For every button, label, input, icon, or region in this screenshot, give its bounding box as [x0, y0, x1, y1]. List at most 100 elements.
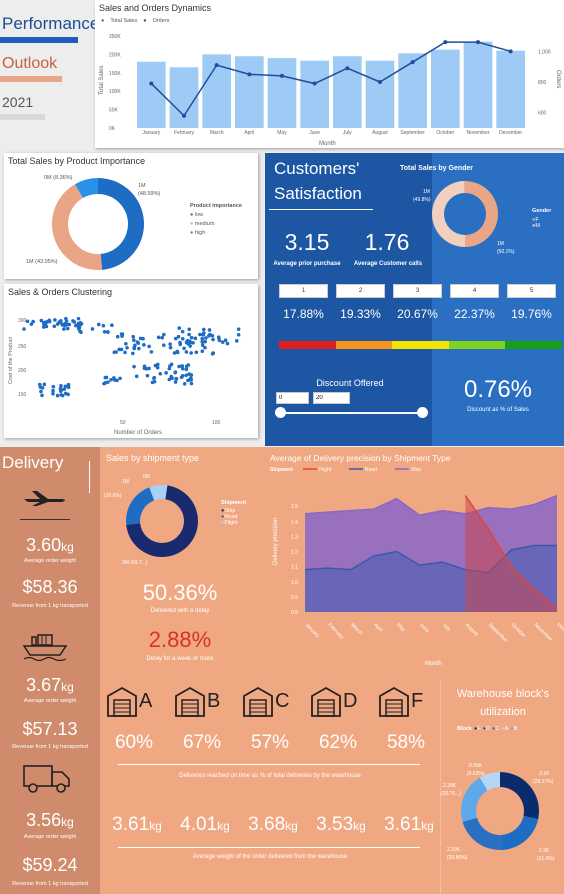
- rating-button-5[interactable]: 5: [507, 284, 556, 298]
- rating-pct: 19.76%: [511, 307, 552, 321]
- importance-label-medium: 1M (43.05%): [26, 259, 58, 265]
- delivery-revenue-3: $59.24: [22, 855, 78, 875]
- y-tick: 0.8: [291, 610, 298, 616]
- header-title-line1: Performance: [2, 14, 100, 33]
- utilization-legend: Block ●F ●D ●C ●A ●B: [457, 726, 517, 732]
- header-title-line2: Outlook: [2, 55, 58, 72]
- y-tick: 1.1: [291, 565, 298, 571]
- scatter-point: [173, 370, 178, 374]
- shipment-panel[interactable]: Sales by shipment type 0M 1M (20.6%) 2M …: [100, 447, 265, 677]
- scatter-point: [123, 350, 127, 355]
- customers-title-line2: Satisfaction: [274, 184, 362, 203]
- scatter-point: [203, 345, 207, 350]
- scatter-point: [131, 334, 136, 339]
- y-tick-left: 0K: [109, 126, 116, 132]
- scatter-point: [51, 391, 55, 396]
- scatter-point: [203, 339, 208, 344]
- weights-divider: [118, 847, 420, 848]
- x-tick-label: March: [349, 622, 363, 636]
- scatter-point: [177, 364, 181, 369]
- scatter-point: [156, 362, 160, 367]
- scatter-point: [149, 350, 154, 354]
- y-tick: 1.0: [291, 580, 298, 586]
- scatter-point: [176, 334, 181, 339]
- scatter-point: [22, 327, 26, 331]
- y-tick: 1.5: [291, 504, 298, 510]
- scatter-point: [147, 366, 151, 371]
- header-bar-blue: [0, 37, 78, 43]
- warehouse-icon: [175, 686, 205, 717]
- delivery-weight-2-unit: kg: [61, 680, 74, 694]
- util-label-d-pct: (21.0%): [537, 856, 555, 862]
- gender-legend-title: Gender: [532, 208, 552, 214]
- scatter-point: [173, 380, 178, 384]
- scatter-point: [189, 335, 194, 340]
- rating-pcts-row: 17.88% 19.33% 20.67% 22.37% 19.76%: [279, 307, 556, 321]
- precision-legend-road: Road: [365, 467, 377, 473]
- delay-label: Delivered with a delay: [150, 608, 210, 614]
- scatter-point: [210, 333, 215, 338]
- rating-pct: 20.67%: [397, 307, 438, 321]
- scatter-point: [57, 320, 62, 325]
- x-tick-label: April: [244, 130, 254, 136]
- warehouse-weight-value: 3.68: [248, 814, 286, 835]
- scatter-point: [39, 389, 43, 394]
- scatter-point: [236, 332, 241, 337]
- gender-label-m: 1M: [497, 241, 504, 247]
- rating-button-2[interactable]: 2: [336, 284, 385, 298]
- scatter-point: [141, 336, 145, 341]
- weights-label: Average weight of the order delivered fr…: [192, 854, 348, 860]
- scatter-point: [65, 326, 70, 331]
- rating-button-1[interactable]: 1: [279, 284, 328, 298]
- orders-point: [247, 72, 252, 77]
- importance-panel[interactable]: Total Sales by Product Importance 0M (8.…: [4, 153, 258, 279]
- scatter-point: [42, 320, 46, 325]
- rating-button-3[interactable]: 3: [393, 284, 442, 298]
- scatter-point: [164, 371, 168, 375]
- customer-calls-label: Average Customer calls: [353, 261, 423, 267]
- scatter-point: [211, 337, 215, 342]
- scatter-point: [158, 371, 163, 376]
- discount-min-input[interactable]: [276, 392, 309, 404]
- utilization-slice: [461, 777, 488, 823]
- warehouse-weight-unit: kg: [217, 819, 230, 833]
- orders-point: [214, 63, 219, 68]
- x-tick-label: September: [400, 130, 425, 136]
- utilization-legend-item: ●D: [482, 726, 490, 732]
- discount-max-input[interactable]: [313, 392, 350, 404]
- sales-bar: [267, 58, 297, 128]
- utilization-panel[interactable]: Warehouse block's utilization Block ●F ●D ●…: [440, 680, 564, 894]
- scatter-point: [124, 341, 128, 346]
- utilization-title-line2: utilization: [480, 706, 526, 718]
- scatter-point: [207, 334, 211, 338]
- scatter-point: [168, 345, 173, 350]
- warehouse-ontime-pct: 62%: [318, 732, 358, 753]
- shipment-label-ship: 2M (69.7...): [122, 560, 148, 566]
- x-tick-label: August: [372, 130, 388, 136]
- rating-button-4[interactable]: 4: [450, 284, 499, 298]
- scatter-point: [187, 372, 191, 376]
- importance-title: Total Sales by Product Importance: [8, 156, 146, 166]
- scatter-point: [182, 381, 187, 386]
- sales-bar: [137, 61, 166, 129]
- discount-slider-handle-min[interactable]: [275, 407, 286, 418]
- sales-bar: [235, 56, 264, 128]
- discount-slider-track[interactable]: [281, 412, 423, 414]
- x-tick-label: January: [142, 130, 160, 136]
- warehouse-ontime-row: 60% 67% 57% 62% 58%: [106, 732, 436, 756]
- utilization-legend-item: ●C: [492, 726, 500, 732]
- gender-slice: [464, 181, 498, 247]
- scatter-point: [150, 380, 155, 385]
- shipment-title: Sales by shipment type: [106, 453, 200, 463]
- sales-orders-panel[interactable]: Sales and Orders Dynamics ● Total Sales ●…: [95, 0, 564, 148]
- x-axis-label: Month: [319, 141, 336, 147]
- delivery-panel: Delivery 3.60kg Average order weight $58…: [0, 447, 100, 894]
- clustering-panel[interactable]: Sales & Orders Clustering Cost of the Pr…: [4, 284, 258, 438]
- scatter-point: [200, 336, 205, 341]
- rating-color-segment: [448, 341, 506, 349]
- x-tick-label: October: [436, 130, 454, 136]
- discount-slider-handle-max[interactable]: [417, 407, 428, 418]
- scatter-point: [52, 324, 57, 329]
- scatter-point: [217, 336, 221, 340]
- precision-panel[interactable]: Average of Delivery precision by Shipmen…: [265, 447, 564, 675]
